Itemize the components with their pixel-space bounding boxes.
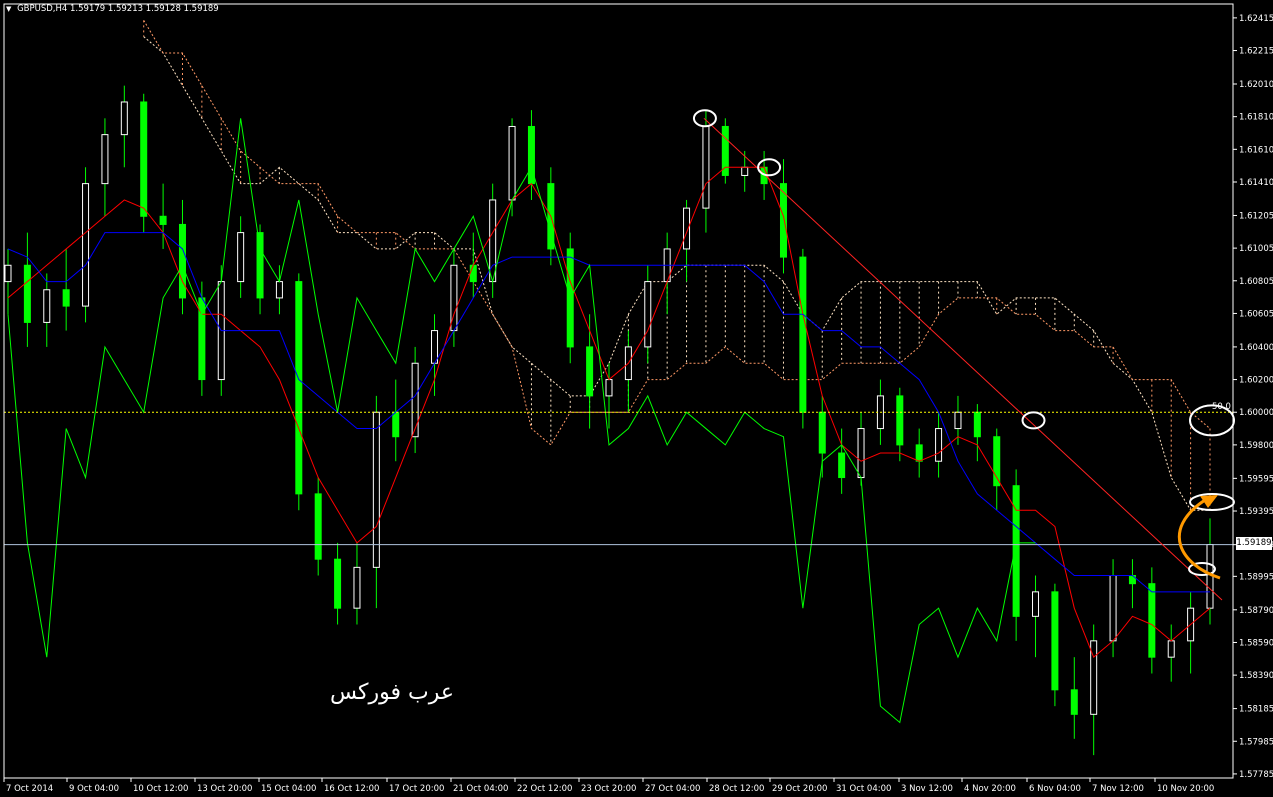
y-tick-label: 1.60805 (1239, 277, 1273, 287)
candle-body (508, 125, 516, 201)
ohlc-values: 1.59179 1.59213 1.59128 1.59189 (70, 4, 219, 14)
candle-body (256, 232, 264, 299)
candle-body (644, 281, 652, 348)
y-tick-label: 1.59595 (1239, 474, 1273, 484)
candle-body (896, 395, 904, 446)
candle-body (741, 166, 749, 176)
candle-body (605, 379, 613, 397)
candle-body (469, 264, 477, 283)
candle-body (857, 428, 865, 479)
x-tick-label: 3 Nov 12:00 (901, 784, 953, 794)
y-tick-label: 1.59395 (1239, 507, 1273, 517)
y-tick-label: 1.57985 (1239, 737, 1273, 747)
y-tick-label: 1.58995 (1239, 572, 1273, 582)
y-tick-label: 1.60605 (1239, 309, 1273, 319)
dropdown-arrow-icon[interactable]: ▼ (6, 5, 11, 13)
candle-body (721, 125, 729, 176)
symbol-label: GBPUSD,H4 (17, 4, 68, 14)
candle-body (586, 346, 594, 397)
candle-body (431, 330, 439, 364)
candle-body (275, 281, 283, 299)
candle-body (702, 125, 710, 209)
candle-body (178, 223, 186, 299)
candle-body (4, 264, 12, 283)
y-tick-label: 1.58590 (1239, 638, 1273, 648)
x-tick-label: 10 Nov 20:00 (1157, 784, 1214, 794)
y-tick-label: 1.60200 (1239, 376, 1273, 386)
candle-body (411, 362, 419, 438)
candle-body (62, 289, 70, 307)
y-tick-label: 1.57785 (1239, 770, 1273, 780)
candle-body (159, 215, 167, 225)
candle-body (954, 411, 962, 430)
candle-body (43, 289, 51, 323)
x-tick-label: 17 Oct 20:00 (389, 784, 444, 794)
x-tick-label: 10 Oct 12:00 (133, 784, 188, 794)
current-price-label: 1.59189 (1236, 537, 1272, 550)
y-tick-label: 1.62215 (1239, 47, 1273, 57)
x-tick-label: 7 Oct 2014 (6, 784, 53, 794)
candle-body (334, 558, 342, 609)
y-tick-label: 1.61205 (1239, 211, 1273, 221)
x-tick-label: 31 Oct 04:00 (836, 784, 891, 794)
y-tick-label: 1.62010 (1239, 80, 1273, 90)
symbol-header: ▼ GBPUSD,H4 1.59179 1.59213 1.59128 1.59… (6, 4, 219, 14)
candle-body (915, 444, 923, 462)
x-tick-label: 29 Oct 20:00 (772, 784, 827, 794)
watermark-text: عرب فوركس (330, 680, 454, 705)
candle-body (295, 281, 303, 495)
candle-body (372, 411, 380, 568)
x-tick-label: 7 Nov 12:00 (1092, 784, 1144, 794)
x-tick-label: 21 Oct 04:00 (453, 784, 508, 794)
x-tick-label: 16 Oct 12:00 (324, 784, 379, 794)
y-tick-label: 1.58185 (1239, 705, 1273, 715)
x-tick-label: 4 Nov 20:00 (964, 784, 1016, 794)
x-tick-label: 22 Oct 12:00 (517, 784, 572, 794)
x-tick-label: 23 Oct 20:00 (581, 784, 636, 794)
candle-body (1148, 583, 1156, 658)
candle-body (973, 411, 981, 438)
x-tick-label: 27 Oct 04:00 (645, 784, 700, 794)
candle-body (101, 134, 109, 185)
candle-body (140, 101, 148, 217)
candle-body (1051, 591, 1059, 691)
x-tick-label: 28 Oct 12:00 (709, 784, 764, 794)
candle-body (120, 101, 128, 136)
x-tick-label: 9 Oct 04:00 (69, 784, 119, 794)
candle-body (1070, 689, 1078, 715)
candle-body (935, 428, 943, 462)
y-tick-label: 1.60000 (1239, 408, 1273, 418)
x-tick-label: 6 Nov 04:00 (1029, 784, 1081, 794)
y-tick-label: 1.62415 (1239, 14, 1273, 24)
candle-body (392, 411, 400, 438)
candle-body (237, 232, 245, 283)
y-tick-label: 1.58790 (1239, 606, 1273, 616)
candle-body (818, 411, 826, 454)
x-tick-label: 13 Oct 20:00 (197, 784, 252, 794)
y-tick-label: 1.61410 (1239, 178, 1273, 188)
candle-body (838, 452, 846, 479)
candle-body (353, 566, 361, 609)
candle-body (799, 256, 807, 413)
chart-canvas: 50.0 1.624151.622151.620101.618101.61610… (0, 0, 1273, 797)
candle-body (1032, 591, 1040, 617)
candle-body (314, 493, 322, 560)
y-tick-label: 1.61810 (1239, 113, 1273, 123)
y-tick-label: 1.59800 (1239, 441, 1273, 451)
y-tick-label: 1.61610 (1239, 145, 1273, 155)
y-tick-label: 1.58390 (1239, 671, 1273, 681)
candle-body (82, 183, 90, 307)
candle-body (1167, 640, 1175, 658)
candle-body (1109, 575, 1117, 642)
x-tick-label: 15 Oct 04:00 (261, 784, 316, 794)
y-tick-label: 1.61005 (1239, 244, 1273, 254)
candle-body (23, 264, 31, 323)
y-tick-label: 1.60400 (1239, 343, 1273, 353)
